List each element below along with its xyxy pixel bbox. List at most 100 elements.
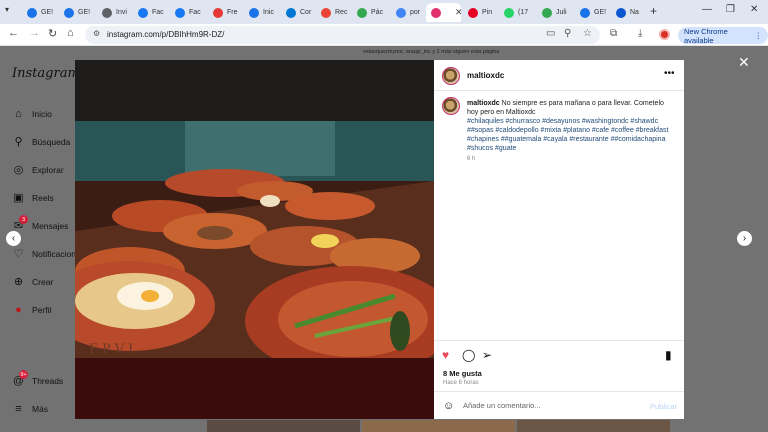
address-bar[interactable]: ⚙ instagram.com/p/DBIhHm9R-DZ/ <box>85 26 600 44</box>
post-username[interactable]: maltioxdc <box>467 71 504 80</box>
comment-icon[interactable]: ◯ <box>462 348 475 362</box>
likes-count[interactable]: 8 Me gusta <box>443 369 482 378</box>
sidebar-item-3[interactable]: ▣ Reels <box>12 191 53 204</box>
tab-strip: ▾ GE! GE! Invi Fac Fac Fre Inic Cor Rec Pác por ✕ Pi… <box>0 0 768 24</box>
caption-avatar[interactable] <box>442 97 460 115</box>
feed-thumbnail[interactable] <box>362 420 515 432</box>
caption-username[interactable]: maltioxdc <box>467 100 500 107</box>
save-bookmark-icon[interactable]: ▮ <box>665 348 672 362</box>
browser-tab[interactable]: Fac <box>133 3 169 22</box>
sidebar-item-0[interactable]: ⌂ Inicio <box>12 107 52 120</box>
minimize-button[interactable]: — <box>702 4 712 15</box>
cast-icon[interactable]: ▭ <box>546 28 555 39</box>
sidebar-item-label: Inicio <box>32 108 52 119</box>
feed-thumbnail[interactable] <box>207 420 360 432</box>
browser-tab[interactable]: Pác <box>352 3 388 22</box>
browser-tab[interactable]: Invi <box>97 3 133 22</box>
notification-badge: 3 <box>19 215 28 224</box>
divider <box>434 90 684 91</box>
forward-button[interactable]: → <box>29 27 40 39</box>
zoom-icon[interactable]: ⚲ <box>564 28 571 39</box>
tab-close-icon[interactable]: ✕ <box>455 7 461 18</box>
browser-tab[interactable]: Inic <box>244 3 280 22</box>
extensions-icon[interactable]: ⧉ <box>610 28 617 39</box>
publish-button[interactable]: Publicar <box>650 402 677 411</box>
reels-icon: ▣ <box>13 192 24 204</box>
maximize-button[interactable]: ❐ <box>726 4 735 15</box>
photo-watermark: FPVI <box>89 342 138 357</box>
sidebar-item-1[interactable]: ⚲ Búsqueda <box>12 135 70 148</box>
divider <box>434 340 684 341</box>
next-post-icon[interactable]: › <box>737 231 752 246</box>
browser-tab[interactable]: Juli <box>537 3 573 22</box>
download-icon[interactable]: ⤓ <box>638 28 642 39</box>
sidebar-item-5[interactable]: ♡ Notificaciones <box>12 247 85 260</box>
sidebar-item-4[interactable]: ✉ Mensajes 3 <box>12 215 68 232</box>
site-info-icon[interactable]: ⚙ <box>93 29 100 38</box>
previous-post-icon[interactable]: ‹ <box>6 231 21 246</box>
tab-label: Invi <box>116 9 127 16</box>
like-heart-icon[interactable]: ♥ <box>442 348 449 362</box>
more-options-icon[interactable]: ••• <box>664 68 675 79</box>
browser-tab[interactable]: GE! <box>575 3 611 22</box>
post-details-panel: maltioxdc ••• maltioxdc No siempre es pa… <box>434 60 684 419</box>
tab-favicon-icon <box>175 7 185 18</box>
search-icon: ⚲ <box>14 136 23 148</box>
browser-tab[interactable]: GE! <box>59 3 95 22</box>
emoji-icon[interactable]: ☺ <box>443 400 454 412</box>
home-icon: ⌂ <box>15 107 22 120</box>
back-button[interactable]: ← <box>8 27 19 39</box>
post-caption: maltioxdc No siempre es para mañana o pa… <box>467 99 677 153</box>
tab-label: GE! <box>41 9 54 16</box>
home-icon[interactable]: ⌂ <box>67 27 74 39</box>
chrome-update-button[interactable]: New Chrome available ⋮ <box>678 27 768 45</box>
tab-favicon-icon <box>357 7 367 18</box>
instagram-logo[interactable]: Instagram <box>12 66 80 81</box>
close-modal-icon[interactable]: ✕ <box>738 54 750 71</box>
heart-icon: ♡ <box>13 248 24 260</box>
sidebar-item-2[interactable]: ◎ Explorar <box>12 163 64 176</box>
browser-toolbar: ← → ↻ ⌂ ⚙ instagram.com/p/DBIhHm9R-DZ/ ▭… <box>0 24 768 46</box>
divider <box>434 391 684 392</box>
tab-favicon-icon <box>504 7 514 18</box>
share-icon[interactable]: ➢ <box>482 348 492 362</box>
reload-button[interactable]: ↻ <box>48 27 57 40</box>
tab-favicon-icon <box>396 7 406 18</box>
tab-label: GE! <box>78 9 91 16</box>
new-tab-button[interactable]: + <box>650 4 657 18</box>
browser-tab[interactable]: (17 <box>499 3 535 22</box>
tab-label: Pin <box>482 9 493 16</box>
feed-thumbnail[interactable] <box>517 420 670 432</box>
profile-avatar[interactable] <box>659 29 670 40</box>
avatar[interactable] <box>442 67 460 85</box>
browser-tab[interactable]: Na <box>611 3 647 22</box>
more-menu-icon[interactable]: ⋮ <box>755 31 763 40</box>
browser-tab[interactable]: Rec <box>316 3 352 22</box>
tab-favicon-icon <box>27 7 37 18</box>
tab-favicon-icon <box>468 7 478 18</box>
browser-tab[interactable]: GE! <box>22 3 58 22</box>
browser-tab[interactable]: Cor <box>281 3 317 22</box>
sidebar-item-label: Threads <box>32 375 64 386</box>
tab-favicon-icon <box>138 7 148 18</box>
browser-tab[interactable]: ✕ <box>426 3 461 22</box>
close-window-button[interactable]: ✕ <box>750 4 758 15</box>
post-media[interactable]: FPVI <box>75 60 434 419</box>
tab-search-icon[interactable]: ▾ <box>5 5 9 14</box>
caption-hashtags[interactable]: #chilaquiles #churrasco #desayunos #wash… <box>467 118 668 152</box>
comment-input[interactable] <box>463 401 638 410</box>
browser-tab[interactable]: por <box>391 3 427 22</box>
tab-label: GE! <box>594 9 607 16</box>
sidebar-item-7[interactable]: ● Perfil <box>12 303 51 316</box>
sidebar-item-6[interactable]: ⊕ Crear <box>12 275 53 288</box>
browser-tab[interactable]: Pin <box>463 3 499 22</box>
tab-favicon-icon <box>431 7 441 18</box>
browser-tab[interactable]: Fac <box>170 3 206 22</box>
sidebar-item-9[interactable]: ≡ Más <box>12 402 48 415</box>
url-text[interactable]: instagram.com/p/DBIhHm9R-DZ/ <box>107 30 224 39</box>
profile-icon: ● <box>15 303 22 316</box>
browser-tab[interactable]: Fre <box>208 3 244 22</box>
bookmark-star-icon[interactable]: ☆ <box>583 28 592 39</box>
tab-label: Fre <box>227 9 238 16</box>
sidebar-item-8[interactable]: @ Threads 9+ <box>12 370 64 387</box>
